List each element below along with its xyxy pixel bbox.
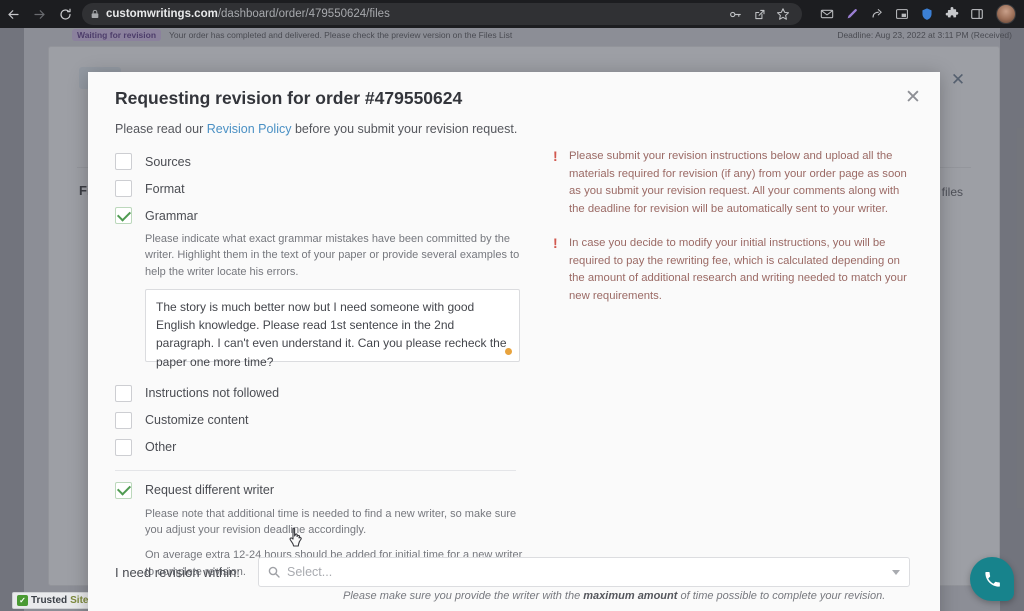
grammarly-dot-icon[interactable] — [505, 347, 512, 355]
revision-policy-intro: Please read our Revision Policy before y… — [115, 122, 517, 136]
divider — [115, 469, 516, 471]
checkbox-instructions-not-followed[interactable] — [115, 384, 132, 402]
checkbox-label-sources: Sources — [145, 154, 191, 169]
checkbox-row-customize-content[interactable]: Customize content — [115, 407, 545, 434]
pen-highlighter-icon[interactable] — [841, 3, 863, 25]
checkbox-other[interactable] — [115, 438, 132, 456]
help-before: Please make sure you provide the writer … — [343, 590, 584, 602]
back-arrow-icon[interactable] — [0, 1, 26, 27]
arrow-redirect-icon[interactable] — [866, 3, 888, 25]
magnifier-icon — [268, 566, 280, 578]
url-path: /dashboard/order/479550624/files — [217, 8, 390, 20]
warning-item: ! Please submit your revision instructio… — [553, 148, 913, 218]
help-after: of time possible to complete your revisi… — [677, 590, 886, 602]
address-bar[interactable]: customwritings.com/dashboard/order/47955… — [82, 3, 802, 25]
extensions-bar — [808, 3, 992, 25]
puzzle-extensions-icon[interactable] — [941, 3, 963, 25]
warning-item: ! In case you decide to modify your init… — [553, 235, 913, 305]
profile-avatar[interactable] — [996, 4, 1016, 24]
checkbox-format[interactable] — [115, 180, 132, 197]
picture-in-picture-icon[interactable] — [891, 3, 913, 25]
password-key-icon[interactable] — [724, 3, 746, 25]
checkbox-label-grammar: Grammar — [145, 208, 198, 223]
warning-text: In case you decide to modify your initia… — [569, 237, 907, 302]
share-icon[interactable] — [748, 3, 770, 25]
checkbox-label-customize-content: Customize content — [145, 413, 249, 428]
revision-deadline-select[interactable]: Select... — [258, 557, 910, 587]
warning-text: Please submit your revision instructions… — [569, 150, 907, 215]
request-writer-help-1: Please note that additional time is need… — [145, 507, 517, 537]
help-bold: maximum amount — [583, 590, 678, 602]
mail-icon[interactable] — [816, 3, 838, 25]
revision-reasons-column: Sources Format Grammar Please indicate w… — [115, 148, 545, 584]
checkbox-row-other[interactable]: Other — [115, 434, 545, 461]
close-icon[interactable]: ✕ — [900, 84, 926, 110]
checkbox-grammar[interactable] — [115, 207, 132, 224]
trustedsite-badge[interactable]: ✓ Trusted Site — [12, 592, 96, 609]
checkbox-label-instructions-not-followed: Instructions not followed — [145, 386, 280, 401]
lock-icon — [90, 9, 100, 19]
chevron-down-icon[interactable] — [892, 569, 900, 575]
checkbox-customize-content[interactable] — [115, 411, 132, 429]
trustedsite-site-text: Site — [70, 595, 89, 606]
grammar-help-text: Please indicate what exact grammar mista… — [145, 233, 520, 278]
url-domain: customwritings.com — [106, 8, 218, 20]
side-panel-icon[interactable] — [966, 3, 988, 25]
exclamation-icon: ! — [553, 235, 558, 251]
exclamation-icon: ! — [553, 148, 558, 164]
reload-icon[interactable] — [52, 1, 78, 27]
checkbox-request-different-writer[interactable] — [115, 481, 132, 499]
url-text: customwritings.com/dashboard/order/47955… — [106, 8, 390, 20]
revision-deadline-help: Please make sure you provide the writer … — [343, 590, 885, 602]
checkbox-label-other: Other — [145, 440, 177, 455]
check-icon: ✓ — [17, 595, 28, 606]
checkbox-row-grammar[interactable]: Grammar — [115, 202, 545, 229]
revision-deadline-label: I need revision within: — [115, 564, 241, 580]
shield-icon[interactable] — [916, 3, 938, 25]
page-title: Requesting revision for order #479550624 — [115, 88, 463, 108]
checkbox-row-sources[interactable]: Sources — [115, 148, 545, 175]
checkbox-row-request-different-writer[interactable]: Request different writer — [115, 477, 545, 504]
page-background: Waiting for revision Your order has comp… — [0, 28, 1024, 611]
forward-arrow-icon[interactable] — [26, 1, 52, 27]
revision-request-modal: ✕ Requesting revision for order #4795506… — [88, 72, 940, 611]
checkbox-label-request-different-writer: Request different writer — [145, 483, 274, 498]
trustedsite-trusted-text: Trusted — [31, 595, 68, 606]
revision-policy-link[interactable]: Revision Policy — [207, 122, 292, 136]
checkbox-row-instructions-not-followed[interactable]: Instructions not followed — [115, 380, 545, 407]
checkbox-row-format[interactable]: Format — [115, 175, 545, 202]
revision-deadline-placeholder: Select... — [287, 565, 333, 579]
phone-icon — [984, 571, 1000, 587]
browser-toolbar: customwritings.com/dashboard/order/47955… — [0, 0, 1024, 28]
intro-after: before you submit your revision request. — [291, 122, 518, 136]
warnings-column: ! Please submit your revision instructio… — [553, 148, 913, 322]
checkbox-label-format: Format — [145, 181, 185, 196]
grammar-comment-textarea[interactable]: The story is much better now but I need … — [145, 288, 520, 369]
intro-before: Please read our — [115, 122, 207, 136]
revision-deadline-row: I need revision within: Select... — [115, 557, 910, 587]
checkbox-sources[interactable] — [115, 153, 132, 170]
bookmark-star-icon[interactable] — [772, 3, 794, 25]
grammar-comment-value: The story is much better now but I need … — [156, 299, 510, 369]
call-support-button[interactable] — [970, 557, 1014, 601]
omnibox-actions — [724, 3, 794, 25]
